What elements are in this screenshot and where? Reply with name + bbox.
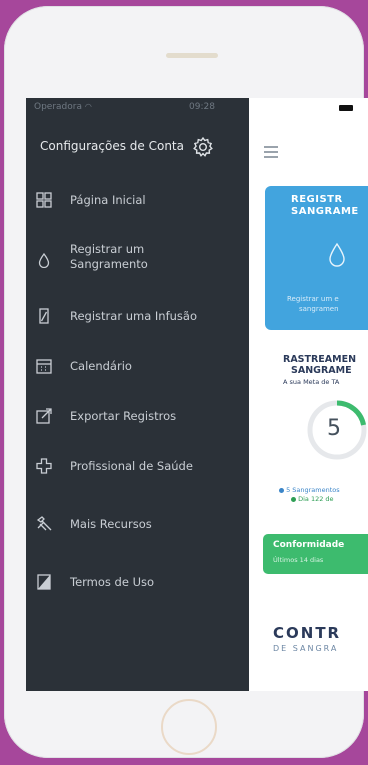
carrier-label: Operadora ◠ <box>34 102 92 112</box>
home-grid-icon <box>36 192 52 208</box>
register-bleed-card-subtitle: Registrar um e sangramen <box>287 295 339 313</box>
drawer-item-label: Exportar Registros <box>70 409 177 423</box>
status-time: 09:28 <box>189 102 215 112</box>
account-settings-header[interactable]: Configurações de Conta <box>40 136 240 160</box>
drawer-item-label: Registrar uma Infusão <box>70 309 197 323</box>
drawer-item-label: Mais Recursos <box>70 517 152 531</box>
export-icon <box>36 408 52 424</box>
tracking-title: RASTREAMEN SANGRAME <box>283 354 357 376</box>
vial-icon <box>39 308 49 324</box>
drawer-item-label: Calendário <box>70 359 132 373</box>
phone-home-button[interactable] <box>161 699 217 755</box>
drawer-item-label: Profissional de Saúde <box>70 459 193 473</box>
app-logo-bottom: DE SANGRA <box>273 644 339 653</box>
drawer-item-home[interactable]: Página Inicial <box>26 180 249 220</box>
medical-cross-icon <box>36 458 52 474</box>
document-icon <box>37 574 51 590</box>
phone-frame: REGISTR SANGRAME Registrar um e sangrame… <box>4 6 368 758</box>
gear-icon[interactable] <box>192 136 214 158</box>
compliance-subtitle: Últimos 14 dias <box>273 556 324 564</box>
battery-icon <box>339 105 353 111</box>
navigation-drawer: Configurações de Conta Página Inicial Re… <box>26 98 249 691</box>
drawer-item-export[interactable]: Exportar Registros <box>26 396 249 436</box>
wifi-icon: ◠ <box>84 102 92 111</box>
drawer-item-label: Registrar um Sangramento <box>70 242 148 271</box>
legend-day: Dia 122 de <box>291 495 334 503</box>
home-page: REGISTR SANGRAME Registrar um e sangrame… <box>249 98 368 691</box>
tracking-subtitle: A sua Meta de TA <box>283 378 340 386</box>
compliance-title: Conformidade <box>273 540 345 550</box>
compliance-card[interactable]: Conformidade Últimos 14 dias <box>263 534 368 574</box>
phone-speaker <box>166 53 218 58</box>
app-logo-top: CONTR <box>273 624 342 642</box>
app-screen: REGISTR SANGRAME Registrar um e sangrame… <box>26 98 368 691</box>
drop-icon <box>329 242 345 267</box>
register-bleed-card[interactable]: REGISTR SANGRAME Registrar um e sangrame… <box>265 186 368 330</box>
drawer-item-more-resources[interactable]: Mais Recursos <box>26 504 249 544</box>
drop-icon <box>38 252 50 268</box>
bleed-count: 5 <box>327 416 341 441</box>
account-settings-label: Configurações de Conta <box>40 139 184 153</box>
drawer-item-calendar[interactable]: Calendário <box>26 346 249 386</box>
status-bar: Operadora ◠ 09:28 <box>26 98 368 116</box>
drawer-item-label: Página Inicial <box>70 193 146 207</box>
drawer-item-register-infusion[interactable]: Registrar uma Infusão <box>26 296 249 336</box>
drawer-item-terms[interactable]: Termos de Uso <box>26 562 249 602</box>
tools-icon <box>36 516 52 531</box>
legend-bleeds: 5 Sangramentos <box>279 486 340 494</box>
drawer-item-label: Termos de Uso <box>70 575 155 589</box>
hamburger-menu-icon[interactable] <box>264 146 278 158</box>
calendar-icon <box>36 359 52 374</box>
drawer-item-register-bleed[interactable]: Registrar um Sangramento <box>26 236 249 284</box>
register-bleed-card-title: REGISTR SANGRAME <box>291 194 359 217</box>
drawer-item-health-professional[interactable]: Profissional de Saúde <box>26 446 249 486</box>
